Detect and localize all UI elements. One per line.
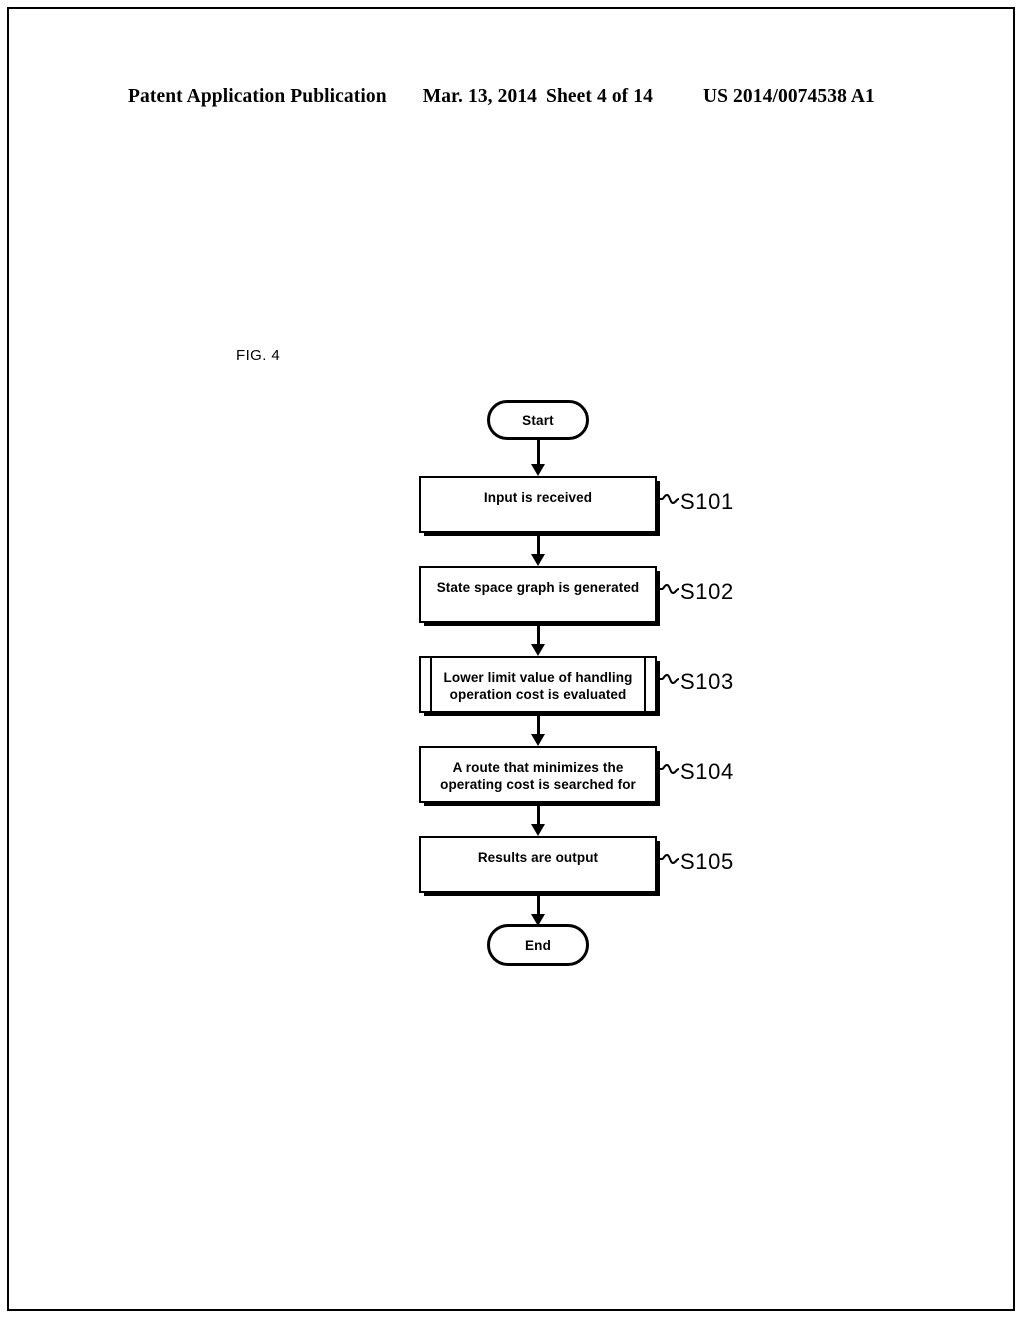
arrowhead-s101-to-s102	[531, 554, 545, 566]
flow-node-s104: A route that minimizes the operating cost…	[419, 746, 657, 803]
flow-node-s101-label: Input is received	[483, 490, 593, 505]
step-ref-s104: S104	[680, 759, 734, 784]
leader-line-s102	[657, 583, 679, 595]
flow-node-s102-label: State space graph is generated	[436, 580, 640, 595]
flow-node-s104-line1: A route that minimizes the	[452, 760, 624, 775]
flow-node-s103-line2: operation cost is evaluated	[449, 687, 627, 702]
flow-node-end: End	[487, 924, 589, 966]
arrowhead-s102-to-s103	[531, 644, 545, 656]
leader-line-s105	[657, 853, 679, 865]
arrowhead-s104-to-s105	[531, 824, 545, 836]
flowchart: Start Input is received S101 State space…	[0, 0, 1024, 1320]
leader-line-s101	[657, 493, 679, 505]
flow-node-s103: Lower limit value of handling operation c…	[419, 656, 657, 713]
flow-node-start: Start	[487, 400, 589, 440]
flow-node-s103-line1: Lower limit value of handling	[443, 670, 633, 685]
flow-node-s102: State space graph is generated	[419, 566, 657, 623]
arrowhead-start-to-s101	[531, 464, 545, 476]
step-ref-s101: S101	[680, 489, 734, 514]
leader-line-s103	[657, 673, 679, 685]
connector-start-to-s101	[537, 440, 540, 466]
flow-node-s104-line2: operating cost is searched for	[440, 777, 636, 792]
flow-node-s104-label: A route that minimizes the operating cost…	[421, 759, 655, 793]
leader-line-s104	[657, 763, 679, 775]
step-ref-s103: S103	[680, 669, 734, 694]
flow-node-start-label: Start	[522, 412, 554, 428]
step-ref-s102: S102	[680, 579, 734, 604]
arrowhead-s103-to-s104	[531, 734, 545, 746]
flow-node-s101: Input is received	[419, 476, 657, 533]
step-ref-s105: S105	[680, 849, 734, 874]
flow-node-s103-label: Lower limit value of handling operation c…	[421, 669, 655, 703]
flow-node-s105-label: Results are output	[477, 850, 599, 865]
flow-node-s105: Results are output	[419, 836, 657, 893]
flow-node-end-label: End	[524, 937, 552, 953]
